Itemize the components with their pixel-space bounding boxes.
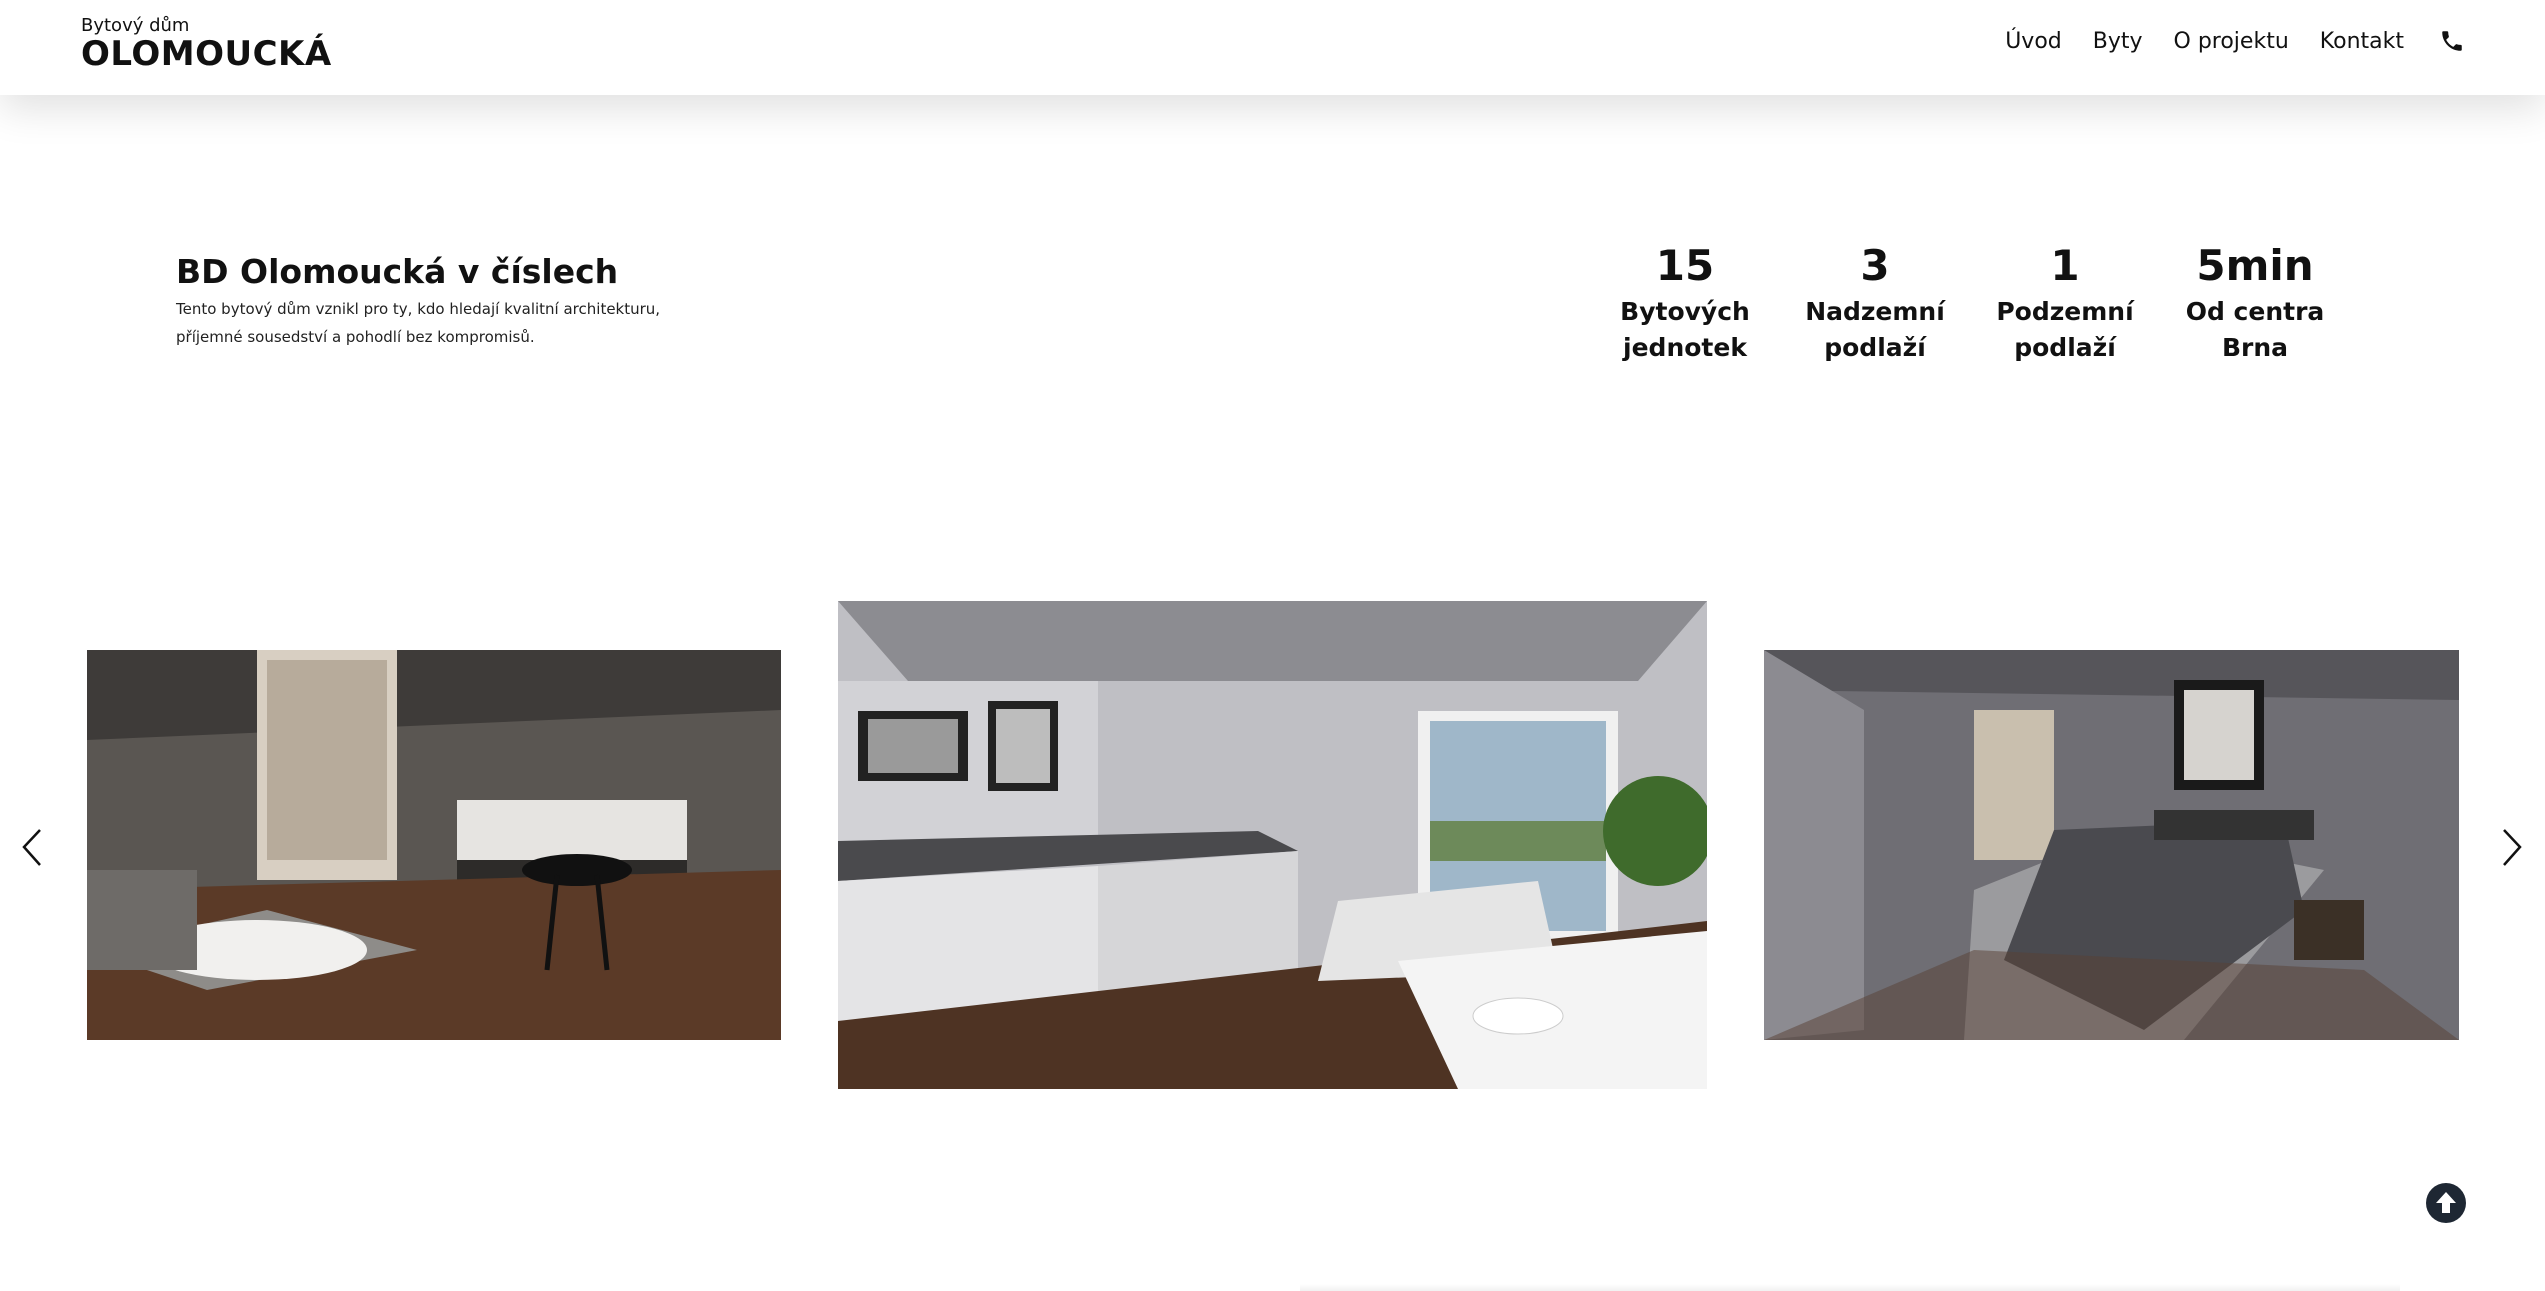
stat-number: 5min <box>2196 241 2314 290</box>
image-carousel <box>0 600 2545 1090</box>
nav-item-uvod[interactable]: Úvod <box>2005 29 2062 54</box>
stat-number: 15 <box>1655 241 1715 290</box>
nav-item-o-projektu[interactable]: O projektu <box>2174 29 2289 54</box>
stat-floors-below: 1 Podzemní podlaží <box>1970 238 2160 366</box>
chevron-left-icon[interactable] <box>18 825 48 870</box>
slide-living-kitchen[interactable] <box>87 650 781 1040</box>
stat-units: 15 Bytových jednotek <box>1590 238 1780 366</box>
slide-kitchen-window[interactable] <box>838 601 1707 1089</box>
stat-label: Podzemní podlaží <box>1996 297 2134 362</box>
nav-item-kontakt[interactable]: Kontakt <box>2320 29 2404 54</box>
intro-section: BD Olomoucká v číslech Tento bytový dům … <box>176 252 736 351</box>
description-line-2: příjemné sousedství a pohodlí bez kompro… <box>176 328 535 346</box>
stats-row: 15 Bytových jednotek 3 Nadzemní podlaží … <box>1590 238 2350 366</box>
section-title: BD Olomoucká v číslech <box>176 252 619 291</box>
stat-label: Od centra Brna <box>2185 297 2325 362</box>
section-description: Tento bytový dům vznikl pro ty, kdo hled… <box>176 295 736 351</box>
arrow-up-circle-icon[interactable] <box>2426 1183 2466 1223</box>
logo-subtitle: Bytový dům <box>81 15 190 36</box>
description-line-1: Tento bytový dům vznikl pro ty, kdo hled… <box>176 300 661 318</box>
stat-floors-above: 3 Nadzemní podlaží <box>1780 238 1970 366</box>
nav-item-byty[interactable]: Byty <box>2093 29 2143 54</box>
slide-bedroom[interactable] <box>1764 650 2459 1040</box>
phone-icon[interactable] <box>2439 28 2465 54</box>
stat-label: Nadzemní podlaží <box>1805 297 1945 362</box>
next-section-shadow <box>1300 1284 2400 1291</box>
chevron-right-icon[interactable] <box>2496 825 2526 870</box>
main-nav: Úvod Byty O projektu Kontakt <box>1974 28 2465 54</box>
stat-distance: 5min Od centra Brna <box>2160 238 2350 366</box>
stat-label: Bytových jednotek <box>1620 297 1750 362</box>
stat-number: 1 <box>2050 241 2080 290</box>
logo[interactable]: Bytový dům OLOMOUCKÁ <box>81 15 332 74</box>
site-header: Bytový dům OLOMOUCKÁ Úvod Byty O projekt… <box>0 0 2545 95</box>
logo-title: OLOMOUCKÁ <box>81 34 332 74</box>
stat-number: 3 <box>1860 241 1890 290</box>
